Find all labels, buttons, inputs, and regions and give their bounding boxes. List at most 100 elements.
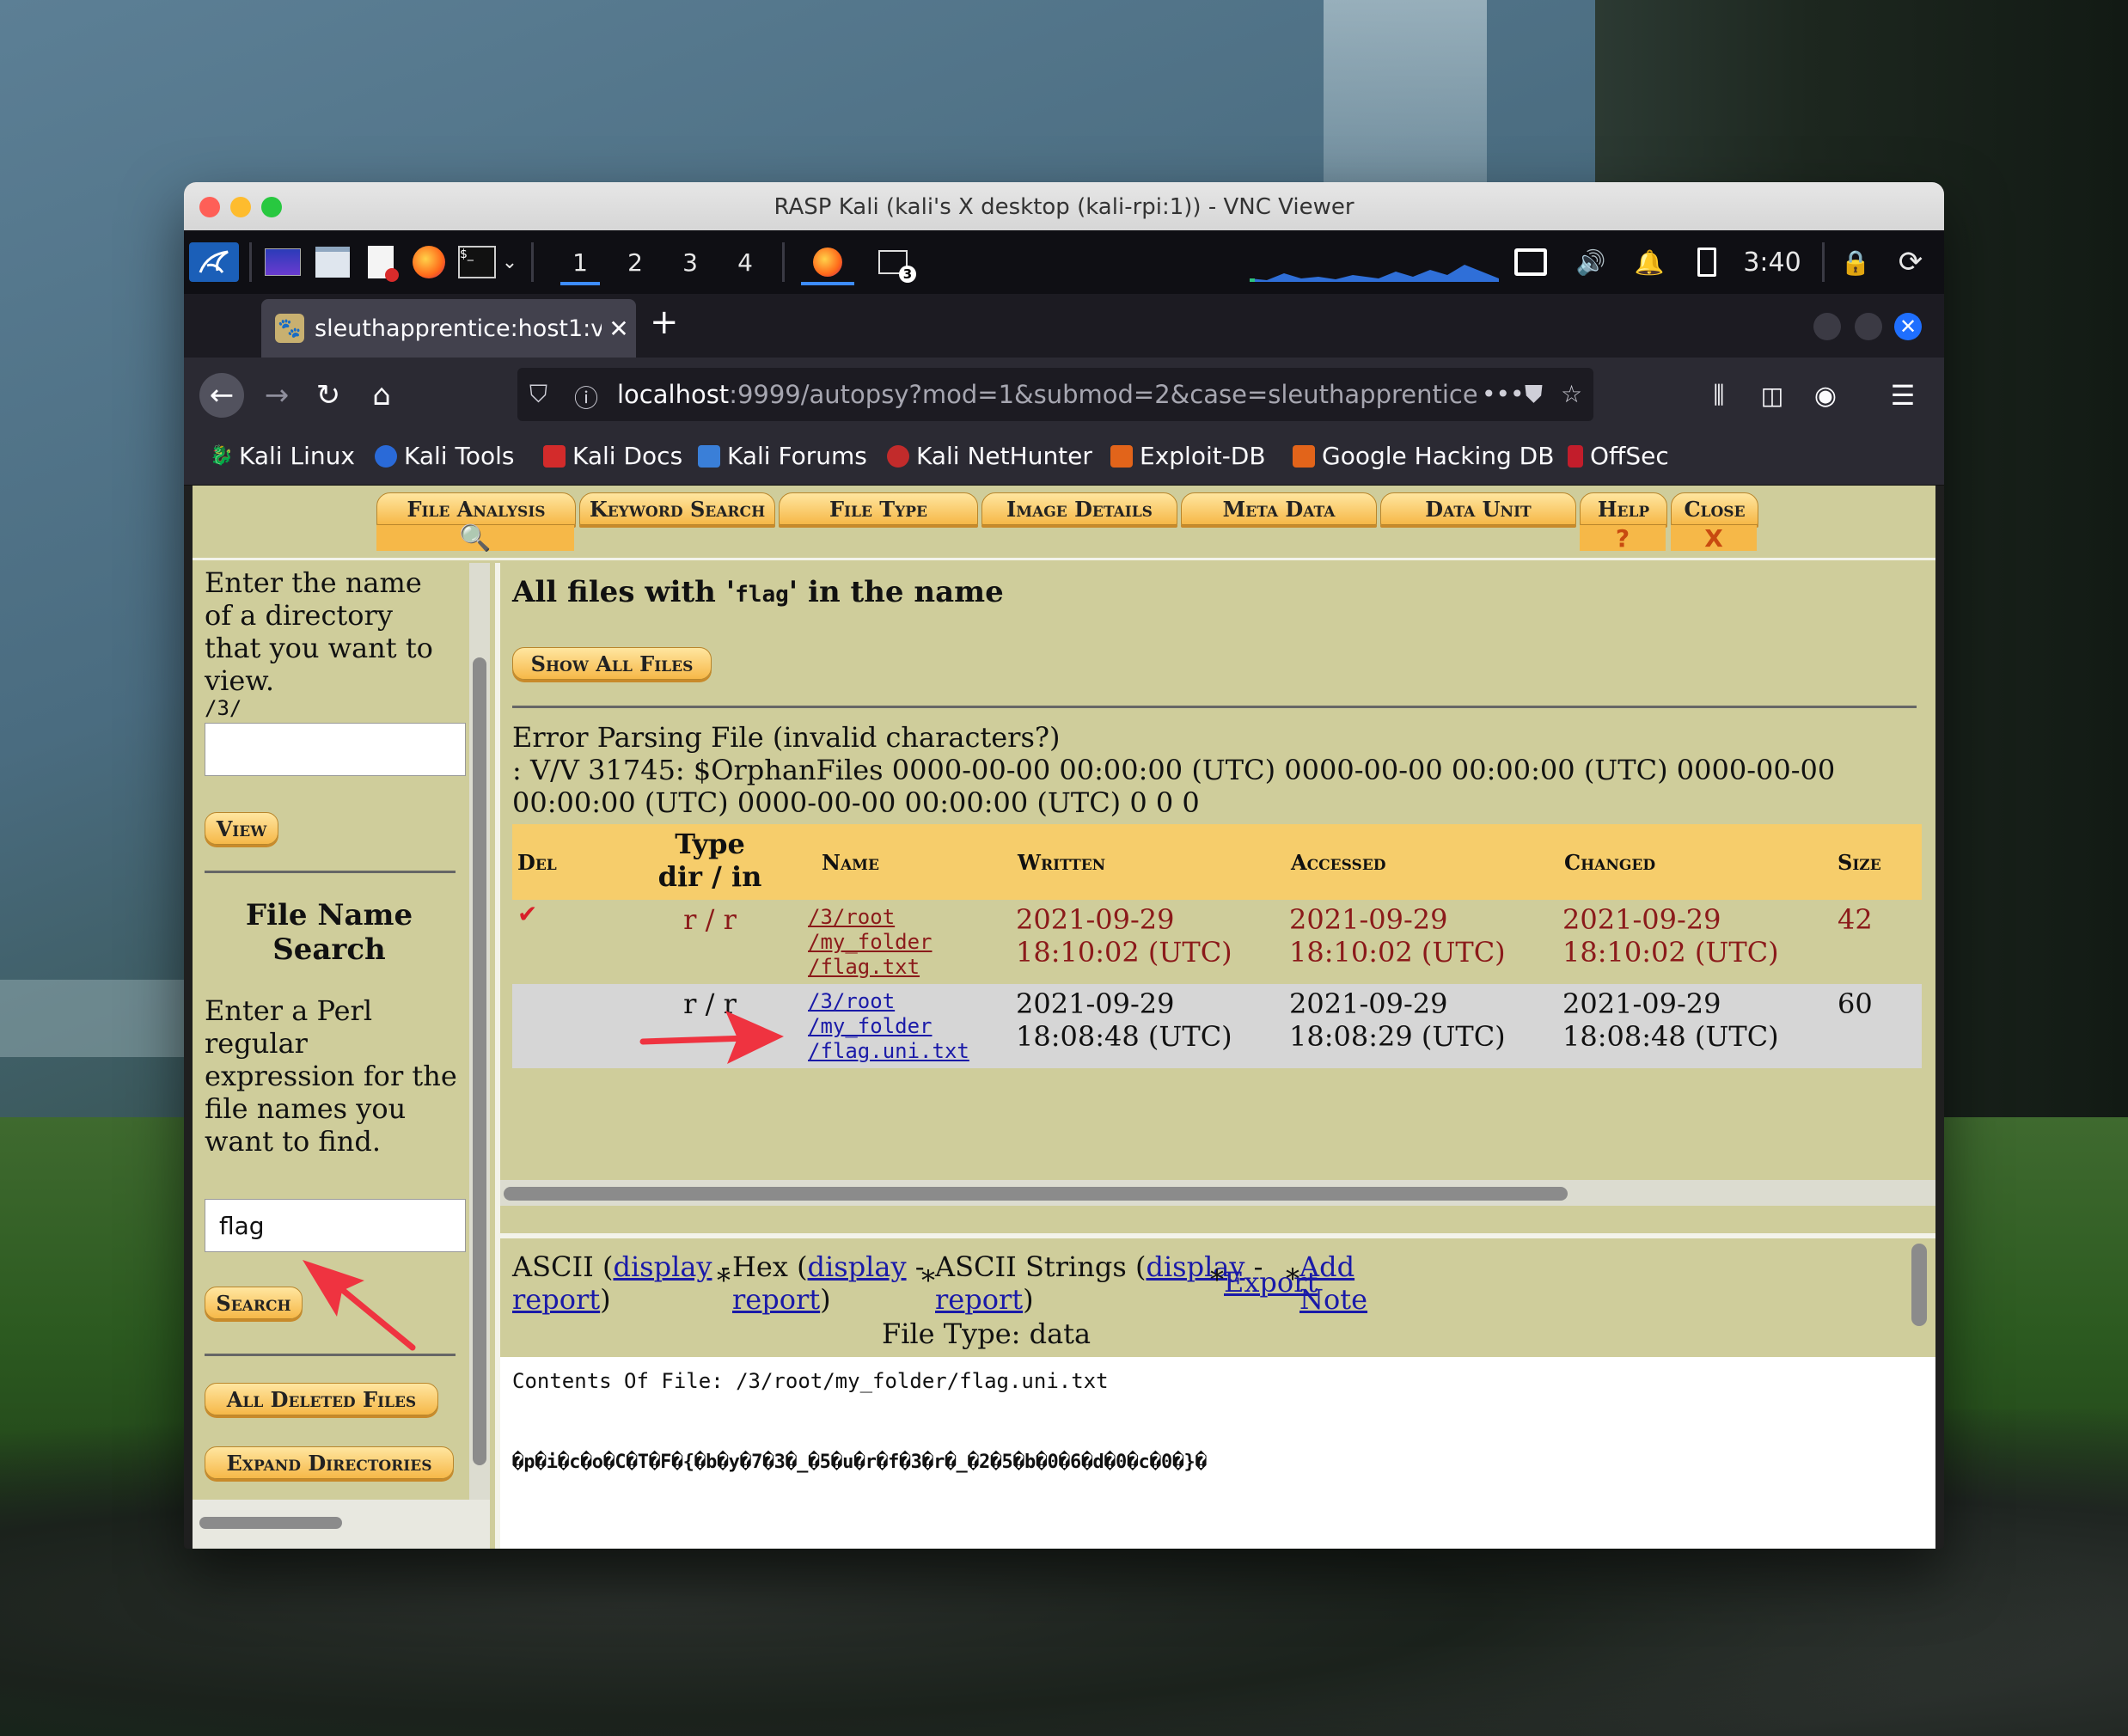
row-accessed: 2021-09-29 18:10:02 (UTC) <box>1289 903 1506 969</box>
expand-directories-button[interactable]: Expand Directories <box>205 1446 454 1479</box>
url-text: localhost:9999/autopsy?mod=1&submod=2&ca… <box>617 380 1477 409</box>
new-tab-button[interactable]: + <box>650 303 679 342</box>
minimize-browser-button[interactable] <box>1813 313 1841 340</box>
all-deleted-files-button[interactable]: All Deleted Files <box>205 1383 438 1415</box>
main-horizontal-scrollbar[interactable] <box>500 1180 1935 1206</box>
row-accessed: 2021-09-29 18:08:29 (UTC) <box>1289 987 1506 1053</box>
bookmark-google-hacking-db[interactable]: Google Hacking DB <box>1293 442 1554 470</box>
workspace-3[interactable]: 3 <box>670 242 710 282</box>
battery-icon[interactable] <box>1690 242 1724 282</box>
col-accessed: Accessed <box>1291 850 1386 875</box>
tab-keyword-search[interactable]: Keyword Search <box>579 492 775 525</box>
bookmark-kali-nethunter[interactable]: Kali NetHunter <box>887 442 1092 470</box>
separator-star: * <box>1210 1263 1224 1296</box>
sidebar-icon[interactable]: ◫ <box>1750 373 1795 418</box>
exploit-db-icon <box>1110 444 1133 468</box>
dir-path: /3/ <box>205 696 242 720</box>
firefox-launcher-icon[interactable] <box>409 242 449 282</box>
view-button[interactable]: View <box>205 812 278 845</box>
col-del: Del <box>517 850 557 875</box>
search-button[interactable]: Search <box>205 1287 303 1319</box>
bookmark-kali-forums[interactable]: Kali Forums <box>698 442 867 470</box>
tab-file-type[interactable]: File Type <box>779 492 978 525</box>
close-tab-icon[interactable]: ✕ <box>602 315 636 343</box>
browser-tab-autopsy[interactable]: 🐾 sleuthapprentice:host1:vol ✕ <box>261 299 636 358</box>
file-link-flag-uni-txt[interactable]: /3/root/my_folder/flag.uni.txt <box>808 989 969 1064</box>
strings-report-link[interactable]: report <box>935 1283 1023 1316</box>
directory-input[interactable] <box>205 723 466 776</box>
pocket-icon[interactable]: ⛊ <box>1525 380 1543 409</box>
bookmark-offsec[interactable]: OffSec <box>1568 442 1669 470</box>
col-size: Size <box>1838 850 1881 875</box>
kali-tools-icon <box>375 444 397 468</box>
workspace-4[interactable]: 4 <box>725 242 765 282</box>
error-message: Error Parsing File (invalid characters?)… <box>512 721 1922 819</box>
kali-menu-icon[interactable] <box>189 242 239 282</box>
shield-icon[interactable]: ⛉ <box>529 380 547 409</box>
file-link-flag-txt[interactable]: /3/root/my_folder/flag.txt <box>808 905 933 980</box>
tab-file-analysis[interactable]: File Analysis <box>376 492 576 525</box>
forward-button[interactable]: → <box>254 373 299 418</box>
close-x-icon[interactable]: X <box>1671 524 1757 553</box>
hex-display-link[interactable]: display <box>808 1250 907 1283</box>
file-manager-icon[interactable] <box>313 242 352 282</box>
lock-icon[interactable]: 🔒 <box>1836 242 1875 282</box>
col-type: Type dir / in <box>657 828 762 893</box>
tab-close[interactable]: Close <box>1671 492 1758 525</box>
ascii-report-link[interactable]: report <box>512 1283 600 1316</box>
bookmark-star-icon[interactable]: ☆ <box>1561 380 1582 408</box>
table-row[interactable]: ✔ r / r /3/root/my_folder/flag.txt 2021-… <box>512 900 1922 984</box>
workspace-1[interactable]: 1 <box>560 242 600 285</box>
library-icon[interactable]: ⫼ <box>1697 373 1741 418</box>
vnc-task-icon[interactable]: 3 <box>871 242 916 283</box>
left-vertical-scrollbar[interactable] <box>469 563 490 1500</box>
bookmark-exploit-db[interactable]: Exploit-DB <box>1110 442 1266 470</box>
row-size: 60 <box>1838 987 1873 1020</box>
tab-help[interactable]: Help <box>1580 492 1667 525</box>
ascii-view-option: ASCII (display - report) <box>512 1250 731 1316</box>
bookmark-kali-tools[interactable]: Kali Tools <box>375 442 514 470</box>
close-browser-button[interactable]: ✕ <box>1894 313 1922 340</box>
file-name-search-title: File Name Search <box>245 898 413 967</box>
info-icon[interactable]: ⓘ <box>574 380 598 414</box>
row-size: 42 <box>1838 903 1873 936</box>
tab-image-details[interactable]: Image Details <box>981 492 1177 525</box>
logout-icon[interactable]: ⟳ <box>1891 242 1930 282</box>
screen-icon[interactable] <box>1511 242 1550 282</box>
terminal-icon[interactable]: $_ <box>457 242 497 282</box>
bookmark-kali-docs[interactable]: Kali Docs <box>543 442 682 470</box>
tab-meta-data[interactable]: Meta Data <box>1181 492 1377 525</box>
viewer-vertical-scrollbar[interactable] <box>1911 1244 1927 1326</box>
row-written: 2021-09-29 18:08:48 (UTC) <box>1016 987 1232 1053</box>
chevron-down-icon[interactable]: ⌄ <box>497 242 523 282</box>
col-written: Written <box>1018 850 1106 875</box>
text-editor-icon[interactable] <box>361 242 401 282</box>
reload-button[interactable]: ↻ <box>306 373 351 418</box>
separator-star: * <box>921 1264 935 1297</box>
tab-data-unit[interactable]: Data Unit <box>1380 492 1576 525</box>
autopsy-top-menu: File Analysis 🔍 Keyword Search File Type… <box>193 486 1935 560</box>
ascii-display-link[interactable]: display <box>613 1250 712 1283</box>
home-button[interactable]: ⌂ <box>359 373 404 418</box>
workspace-2[interactable]: 2 <box>615 242 655 282</box>
bookmark-kali-linux[interactable]: 🐉 Kali Linux <box>210 442 355 470</box>
account-icon[interactable]: ◉ <box>1803 373 1848 418</box>
hamburger-menu-icon[interactable]: ☰ <box>1880 373 1925 418</box>
kali-docs-icon <box>543 444 566 468</box>
background-water <box>0 980 206 1057</box>
filename-search-input[interactable]: flag <box>205 1199 466 1252</box>
dir-prompt: Enter the name of a directory that you w… <box>205 566 433 697</box>
row-changed: 2021-09-29 18:08:48 (UTC) <box>1562 987 1779 1053</box>
desktop-icon[interactable] <box>263 242 303 282</box>
left-horizontal-scrollbar[interactable] <box>193 1500 490 1549</box>
back-button[interactable]: ← <box>199 373 244 418</box>
notification-bell-icon[interactable]: 🔔 <box>1630 242 1669 282</box>
volume-icon[interactable]: 🔊 <box>1571 242 1611 282</box>
help-question-icon[interactable]: ? <box>1580 524 1666 553</box>
url-bar[interactable]: ⛉ ⓘ localhost:9999/autopsy?mod=1&submod=… <box>517 368 1593 421</box>
show-all-files-button[interactable]: Show All Files <box>512 647 712 680</box>
more-actions-icon[interactable]: ••• <box>1482 380 1525 408</box>
maximize-browser-button[interactable] <box>1855 313 1882 340</box>
hex-report-link[interactable]: report <box>732 1283 820 1316</box>
firefox-task-icon[interactable] <box>801 242 854 285</box>
